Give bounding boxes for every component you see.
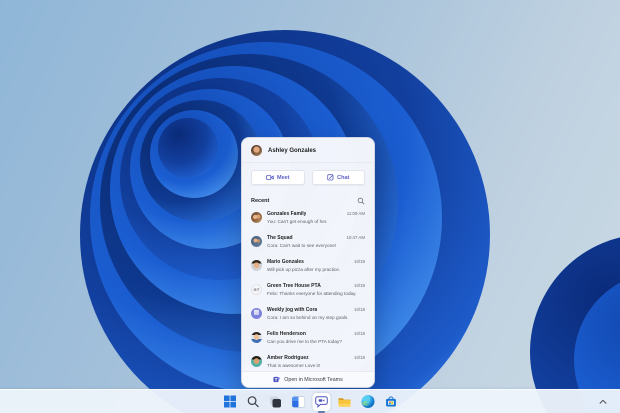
conversation-time: 10:47 AM	[346, 235, 365, 240]
conversation-item[interactable]: GT Green Tree House PTA 10/19 Felix: Tha…	[242, 280, 374, 304]
chat-button[interactable]: Chat	[311, 170, 365, 185]
conversation-avatar	[251, 260, 262, 271]
conversation-preview: Felix: Thanks everyone for attending tod…	[267, 290, 357, 296]
taskbar	[0, 389, 620, 413]
conversation-item[interactable]: Gonzales Family 11:09 AM You: Can't get …	[242, 208, 374, 232]
teams-icon	[273, 376, 281, 383]
conversation-name: Amber Rodriguez	[267, 355, 309, 361]
recent-label: Recent	[251, 198, 270, 204]
conversation-avatar	[251, 212, 262, 223]
teams-chat-icon	[315, 395, 328, 408]
conversation-name: Felix Henderson	[267, 331, 306, 337]
conversation-preview: Cora: Can't wait to see everyone!	[267, 242, 337, 248]
task-view-icon	[270, 396, 281, 407]
conversation-item[interactable]: Mario Gonzales 10/19 Will pick up pizza …	[242, 256, 374, 280]
conversation-time: 10/18	[354, 355, 365, 360]
conversation-name: Weekly jog with Cora	[267, 307, 318, 313]
conversation-name: Gonzales Family	[267, 211, 307, 217]
task-view-button[interactable]	[267, 393, 285, 411]
conversation-avatar	[251, 356, 262, 367]
conversation-preview: You: Can't get enough of her.	[267, 218, 328, 224]
action-buttons-row: Meet Chat	[242, 163, 374, 192]
start-button[interactable]	[221, 393, 239, 411]
file-explorer-icon	[338, 397, 351, 407]
chat-taskbar-button[interactable]	[312, 392, 331, 411]
bloom-right-fragment	[530, 237, 620, 413]
meet-button-label: Meet	[276, 174, 290, 181]
file-explorer-button[interactable]	[336, 393, 354, 411]
user-header[interactable]: Ashley Gonzales	[242, 138, 374, 162]
widgets-icon	[291, 395, 306, 408]
search-button[interactable]	[244, 393, 262, 411]
conversation-avatar	[251, 236, 262, 247]
conversation-name: Mario Gonzales	[267, 259, 304, 265]
video-camera-icon	[266, 174, 274, 180]
recent-header: Recent	[242, 192, 374, 208]
microsoft-store-icon	[385, 396, 396, 407]
conversation-avatar: ▦	[251, 308, 262, 319]
store-button[interactable]	[382, 393, 400, 411]
conversation-preview: That is awesome! Love it!	[267, 362, 321, 368]
conversation-item[interactable]: ▦ Weekly jog with Cora 10/18 Cora: I am …	[242, 304, 374, 328]
widgets-button[interactable]	[290, 393, 308, 411]
open-in-teams-button[interactable]: Open in Microsoft Teams	[242, 371, 374, 387]
compose-icon	[327, 174, 334, 181]
conversation-time: 10/19	[354, 283, 365, 288]
chat-button-label: Chat	[337, 174, 350, 181]
conversation-name: Green Tree House PTA	[267, 283, 321, 289]
conversation-name: The Squad	[267, 235, 293, 241]
system-tray	[598, 390, 608, 413]
conversation-item[interactable]: Amber Rodriguez 10/18 That is awesome! L…	[242, 352, 374, 371]
conversation-time: 10/18	[354, 331, 365, 336]
desktop: Ashley Gonzales Meet Chat Recent Gonzale…	[0, 0, 620, 413]
user-avatar	[251, 145, 262, 156]
open-in-teams-label: Open in Microsoft Teams	[284, 376, 343, 383]
conversation-avatar: GT	[251, 284, 262, 295]
windows-start-icon	[223, 395, 236, 408]
meet-button[interactable]: Meet	[251, 170, 305, 185]
user-name: Ashley Gonzales	[268, 147, 317, 154]
conversation-preview: Will pick up pizza after my practice.	[267, 266, 341, 272]
magnifier-icon[interactable]	[357, 197, 365, 205]
taskbar-center-icons	[221, 390, 400, 413]
chevron-up-icon[interactable]	[598, 397, 608, 407]
conversation-item[interactable]: Felix Henderson 10/18 Can you drive me t…	[242, 328, 374, 352]
conversation-preview: Cora: I am so behind on my step goals.	[267, 314, 349, 320]
search-icon	[247, 396, 259, 408]
edge-button[interactable]	[359, 393, 377, 411]
conversation-time: 11:09 AM	[346, 211, 365, 216]
teams-chat-flyout: Ashley Gonzales Meet Chat Recent Gonzale…	[241, 137, 375, 388]
conversation-time: 10/19	[354, 259, 365, 264]
conversation-time: 10/18	[354, 307, 365, 312]
conversation-list: Gonzales Family 11:09 AM You: Can't get …	[242, 208, 374, 371]
conversation-avatar	[251, 332, 262, 343]
conversation-item[interactable]: The Squad 10:47 AM Cora: Can't wait to s…	[242, 232, 374, 256]
edge-icon	[361, 395, 374, 408]
conversation-preview: Can you drive me to the PTA today?	[267, 338, 342, 344]
